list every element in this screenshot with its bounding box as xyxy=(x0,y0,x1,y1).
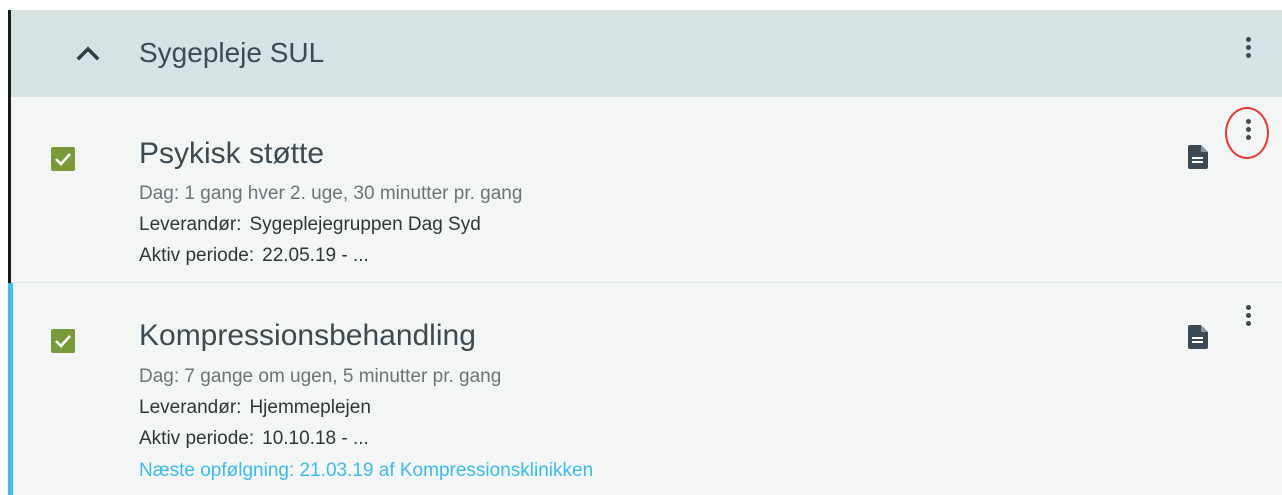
group-header[interactable]: Sygepleje SUL xyxy=(11,10,1282,97)
provider-value: Hjemmeplejen xyxy=(249,397,371,418)
provider-value: Sygeplejegruppen Dag Syd xyxy=(249,214,481,235)
item-period: Aktiv periode: 10.10.18 - ... xyxy=(139,428,369,450)
item-provider: Leverandør: Hjemmeplejen xyxy=(139,397,371,419)
document-icon[interactable] xyxy=(1188,325,1208,349)
group-title: Sygepleje SUL xyxy=(139,37,325,68)
item-period: Aktiv periode: 22.05.19 - ... xyxy=(139,245,369,267)
checkbox-checked-icon[interactable] xyxy=(51,147,75,171)
highlight-annotation xyxy=(1225,107,1269,159)
period-label: Aktiv periode: xyxy=(139,245,255,266)
item-more-icon[interactable] xyxy=(1242,305,1254,335)
document-icon[interactable] xyxy=(1188,145,1208,169)
item-frequency: Dag: 7 gange om ugen, 5 minutter pr. gan… xyxy=(139,366,502,387)
item-provider: Leverandør: Sygeplejegruppen Dag Syd xyxy=(139,214,481,236)
provider-label: Leverandør: xyxy=(139,214,242,235)
list-item[interactable]: Kompressionsbehandling Dag: 7 gange om u… xyxy=(8,283,1282,495)
item-title: Kompressionsbehandling xyxy=(139,319,476,352)
list-item[interactable]: Psykisk støtte Dag: 1 gang hver 2. uge, … xyxy=(11,97,1282,282)
period-label: Aktiv periode: xyxy=(139,428,255,449)
provider-label: Leverandør: xyxy=(139,397,242,418)
item-frequency: Dag: 1 gang hver 2. uge, 30 minutter pr.… xyxy=(139,183,523,204)
chevron-up-icon[interactable] xyxy=(75,40,101,66)
period-value: 22.05.19 - ... xyxy=(262,245,369,266)
item-followup-link[interactable]: Næste opfølgning: 21.03.19 af Kompressio… xyxy=(139,460,593,482)
checkbox-checked-icon[interactable] xyxy=(51,329,75,353)
period-value: 10.10.18 - ... xyxy=(262,428,369,449)
services-panel: Sygepleje SUL Psykisk støtte Dag: 1 gang… xyxy=(8,10,1282,495)
group-more-icon[interactable] xyxy=(1242,37,1254,67)
item-title: Psykisk støtte xyxy=(139,137,325,170)
